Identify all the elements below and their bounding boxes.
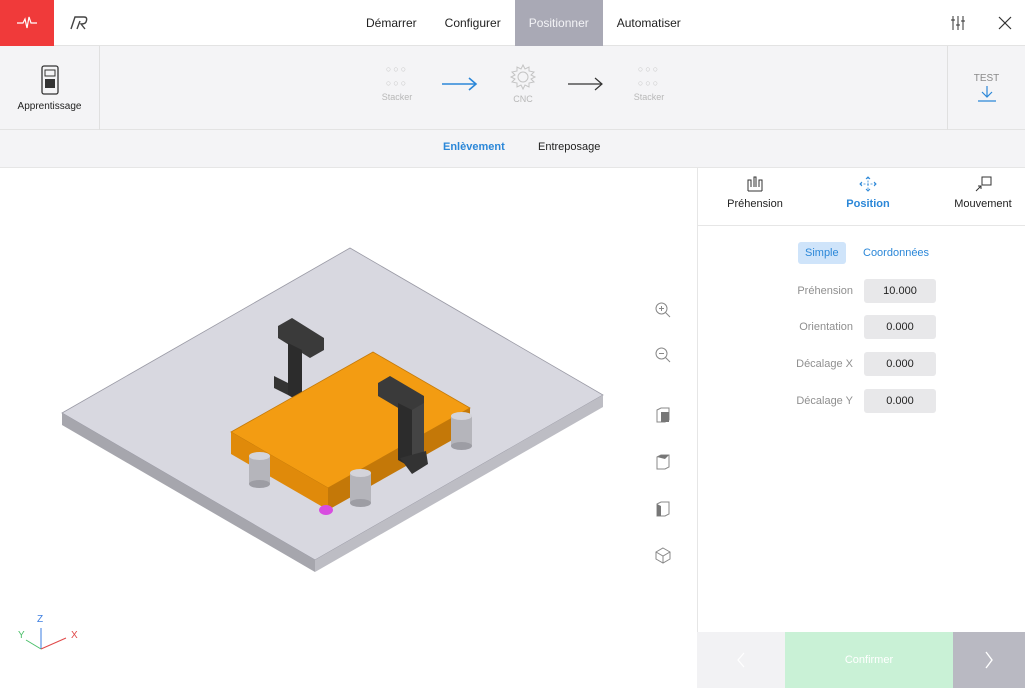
movement-icon <box>975 176 992 192</box>
next-button[interactable] <box>953 632 1025 688</box>
panel-tabs: Préhension Position Mouvement <box>698 168 1025 226</box>
robotiq-logo <box>68 13 90 33</box>
download-icon <box>977 85 996 102</box>
bottom-action-bar: Confirmer <box>697 632 1025 688</box>
field-label-offset-x: Décalage X <box>796 358 853 370</box>
subtabs: Enlèvement Entreposage <box>0 130 1025 168</box>
zoom-out-icon[interactable] <box>652 344 674 366</box>
pulse-icon[interactable] <box>0 0 54 46</box>
mode-coordinates-button[interactable]: Coordonnées <box>856 242 936 264</box>
main-tabs: Démarrer Configurer Positionner Automati… <box>352 0 695 46</box>
tab-position[interactable]: Position <box>818 176 918 210</box>
gripper-icon <box>747 176 763 192</box>
dots-icon: ○○○ ○○○ <box>637 64 661 88</box>
right-panel: Préhension Position Mouvement Simple Coo… <box>697 168 1025 688</box>
teach-button[interactable]: Apprentissage <box>0 46 100 130</box>
prehension-input[interactable]: 10.000 <box>864 279 936 303</box>
step-stacker-source[interactable]: ○○○ ○○○ Stacker <box>367 62 427 102</box>
tab-automatiser[interactable]: Automatiser <box>603 0 695 46</box>
tab-demarrer[interactable]: Démarrer <box>352 0 431 46</box>
mode-simple-button[interactable]: Simple <box>798 242 846 264</box>
axis-z-label: Z <box>37 614 44 625</box>
sliders-icon[interactable] <box>946 11 970 35</box>
teach-pendant-icon <box>40 64 59 95</box>
tab-prehension[interactable]: Préhension <box>705 176 805 210</box>
pin-right <box>451 412 472 450</box>
tab-positionner[interactable]: Positionner <box>514 0 603 46</box>
view-front-icon[interactable] <box>652 404 674 426</box>
pin-left <box>249 452 270 488</box>
view-side-icon[interactable] <box>652 498 674 520</box>
gear-icon <box>509 63 537 91</box>
previous-button[interactable] <box>697 632 785 688</box>
view-top-icon[interactable] <box>652 451 674 473</box>
view-iso-icon[interactable] <box>652 544 674 566</box>
tab-entreposage[interactable]: Entreposage <box>538 141 600 153</box>
3d-viewport[interactable] <box>0 168 697 688</box>
confirm-button[interactable]: Confirmer <box>785 632 953 688</box>
field-label-orientation: Orientation <box>799 321 853 333</box>
wizard-bar: Apprentissage ○○○ ○○○ Stacker CNC ○○○ ○○○ … <box>0 46 1025 130</box>
axes-gizmo: Z X Y <box>14 612 84 662</box>
teach-label: Apprentissage <box>17 100 82 112</box>
scene <box>61 247 604 572</box>
move-arrows-icon <box>859 176 877 192</box>
step-cnc[interactable]: CNC <box>493 62 553 104</box>
offset-y-input[interactable]: 0.000 <box>864 389 936 413</box>
close-icon[interactable] <box>993 11 1017 35</box>
chevron-left-icon <box>737 652 745 668</box>
test-button[interactable]: TEST <box>947 46 1025 130</box>
orientation-input[interactable]: 0.000 <box>864 315 936 339</box>
pin-front <box>350 469 371 507</box>
arrow-right-icon <box>440 76 480 97</box>
field-label-offset-y: Décalage Y <box>796 395 853 407</box>
field-label-prehension: Préhension <box>797 285 853 297</box>
axis-x-label: X <box>71 630 78 641</box>
dots-icon: ○○○ ○○○ <box>385 64 409 88</box>
offset-x-input[interactable]: 0.000 <box>864 352 936 376</box>
top-bar: Démarrer Configurer Positionner Automati… <box>0 0 1025 46</box>
arrow-right-icon <box>566 76 606 97</box>
tab-configurer[interactable]: Configurer <box>431 0 515 46</box>
grip-point-marker <box>319 505 333 515</box>
chevron-right-icon <box>985 651 993 669</box>
step-stacker-dest[interactable]: ○○○ ○○○ Stacker <box>619 62 679 102</box>
tab-mouvement[interactable]: Mouvement <box>933 176 1025 210</box>
zoom-in-icon[interactable] <box>652 299 674 321</box>
tab-enlevement[interactable]: Enlèvement <box>443 141 505 153</box>
test-label: TEST <box>973 72 1000 84</box>
axis-y-label: Y <box>18 630 25 641</box>
